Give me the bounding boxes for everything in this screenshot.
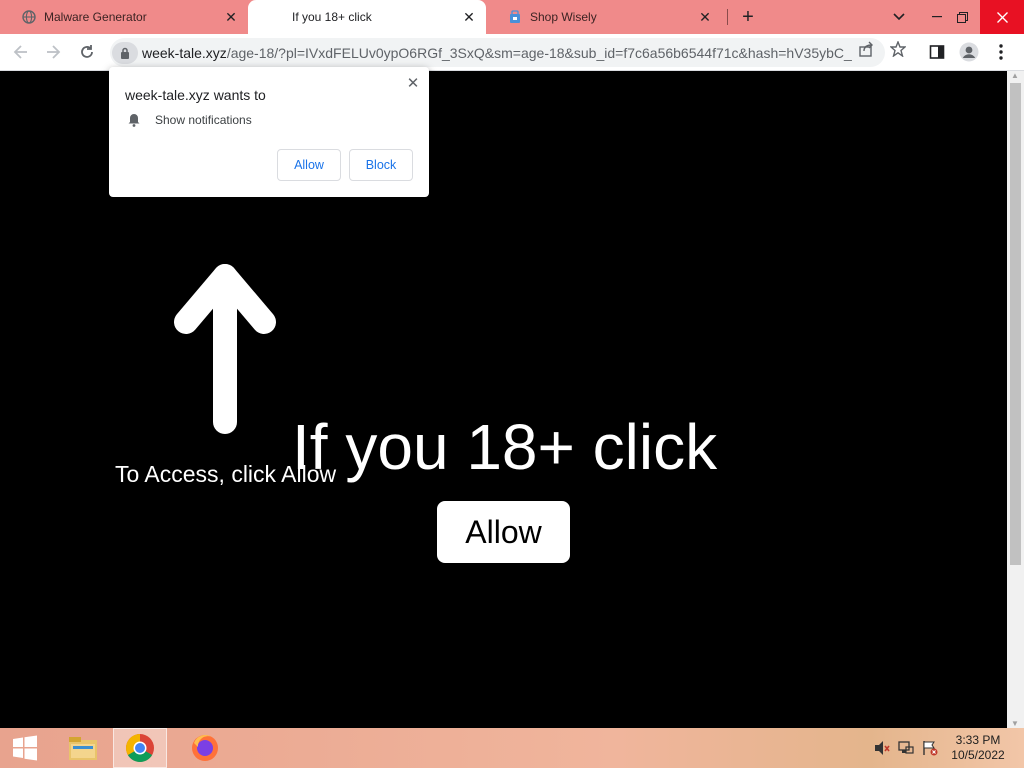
scroll-down-icon[interactable]: ▼ xyxy=(1011,719,1019,728)
forward-icon[interactable] xyxy=(40,39,66,65)
restore-icon[interactable] xyxy=(945,0,979,34)
new-tab-icon[interactable]: + xyxy=(737,6,759,28)
menu-kebab-icon[interactable] xyxy=(990,41,1012,63)
tab-if-you-18-click[interactable]: If you 18+ click ✕ xyxy=(248,0,486,34)
page-scrollbar[interactable]: ▲ ▼ xyxy=(1007,71,1024,728)
bell-icon xyxy=(128,114,140,127)
tab-strip: Malware Generator ✕ If you 18+ click ✕ S… xyxy=(0,0,1024,34)
clock-date: 10/5/2022 xyxy=(951,748,1005,762)
allow-button[interactable]: Allow xyxy=(277,149,341,181)
page-headline: If you 18+ click xyxy=(292,411,718,483)
up-arrow-icon xyxy=(174,264,276,434)
windows-logo-icon xyxy=(13,735,37,761)
permission-row: Show notifications xyxy=(127,113,252,127)
shop-icon xyxy=(508,10,522,24)
tab-separator xyxy=(727,9,728,25)
tab-malware-generator[interactable]: Malware Generator ✕ xyxy=(0,0,248,34)
chrome-taskbar-icon[interactable] xyxy=(113,728,167,768)
page-allow-button[interactable]: Allow xyxy=(437,501,570,563)
tab-close-icon[interactable]: ✕ xyxy=(460,9,478,26)
firefox-taskbar-icon[interactable] xyxy=(178,728,232,768)
clock-time: 3:33 PM xyxy=(955,733,1001,747)
network-icon[interactable] xyxy=(898,740,914,756)
notification-permission-popup: week-tale.xyz wants to ✕ Show notificati… xyxy=(109,67,429,197)
block-button[interactable]: Block xyxy=(349,149,413,181)
tab-title: If you 18+ click xyxy=(292,10,372,24)
tab-close-icon[interactable]: ✕ xyxy=(696,9,714,26)
tab-title: Malware Generator xyxy=(44,10,147,24)
scroll-up-icon[interactable]: ▲ xyxy=(1011,71,1019,80)
popup-close-icon[interactable]: ✕ xyxy=(405,74,421,92)
profile-avatar-icon[interactable] xyxy=(958,41,980,63)
tab-search-chevron-icon[interactable] xyxy=(882,0,916,34)
reload-icon[interactable] xyxy=(74,39,100,65)
action-center-flag-icon[interactable] xyxy=(922,740,938,756)
address-bar[interactable]: week-tale.xyz/age-18/?pl=IVxdFELUv0ypO6R… xyxy=(110,38,885,67)
back-icon[interactable] xyxy=(8,39,34,65)
tab-close-icon[interactable]: ✕ xyxy=(222,9,240,26)
tab-shop-wisely[interactable]: Shop Wisely ✕ xyxy=(486,0,722,34)
side-panel-icon[interactable] xyxy=(926,41,948,63)
globe-icon xyxy=(22,10,36,24)
windows-taskbar: 3:33 PM 10/5/2022 xyxy=(0,728,1024,768)
start-button[interactable] xyxy=(0,728,50,768)
popup-title: week-tale.xyz wants to xyxy=(125,87,266,103)
file-explorer-icon[interactable] xyxy=(56,728,110,768)
bookmark-star-icon[interactable] xyxy=(890,41,906,57)
volume-muted-icon[interactable] xyxy=(874,740,890,756)
tab-title: Shop Wisely xyxy=(530,10,597,24)
scroll-thumb[interactable] xyxy=(1010,83,1021,565)
browser-toolbar: week-tale.xyz/age-18/?pl=IVxdFELUv0ypO6R… xyxy=(0,34,1024,71)
lock-icon[interactable] xyxy=(112,41,138,64)
window-close-icon[interactable] xyxy=(980,0,1024,34)
url-text[interactable]: week-tale.xyz/age-18/?pl=IVxdFELUv0ypO6R… xyxy=(142,45,852,61)
share-icon[interactable] xyxy=(858,41,874,57)
permission-label: Show notifications xyxy=(155,113,252,127)
system-clock[interactable]: 3:33 PM 10/5/2022 xyxy=(948,733,1008,763)
